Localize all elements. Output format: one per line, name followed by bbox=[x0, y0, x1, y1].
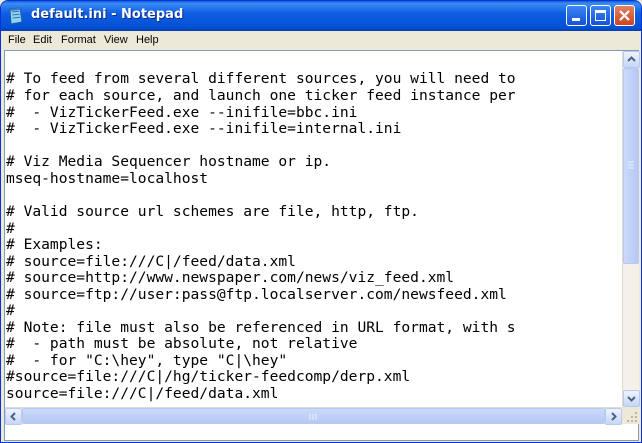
close-icon bbox=[619, 10, 630, 21]
text-line: # - path must be absolute, not relative bbox=[6, 335, 358, 352]
chevron-down-icon bbox=[627, 396, 636, 402]
text-line: # Valid source url schemes are file, htt… bbox=[6, 203, 419, 220]
text-line: #source=file:///C|/hg/ticker-feedcomp/de… bbox=[6, 368, 411, 385]
scroll-up-button[interactable] bbox=[623, 51, 640, 68]
menu-file[interactable]: File bbox=[8, 34, 26, 46]
text-line: # for each source, and launch one ticker… bbox=[6, 87, 516, 104]
chevron-right-icon bbox=[611, 412, 617, 421]
grip-icon bbox=[309, 414, 317, 420]
vertical-scroll-thumb[interactable] bbox=[623, 68, 639, 264]
text-line: source=file:///C|/feed/data.xml bbox=[6, 385, 279, 402]
text-line: # - VizTickerFeed.exe --inifile=bbc.ini bbox=[6, 104, 358, 121]
scroll-left-button[interactable] bbox=[5, 408, 22, 425]
text-line: # Examples: bbox=[6, 236, 103, 253]
text-line: # Note: file must also be referenced in … bbox=[6, 319, 516, 336]
grip-icon bbox=[628, 161, 634, 169]
scroll-down-button[interactable] bbox=[623, 390, 640, 407]
text-line: mseq-hostname=localhost bbox=[6, 170, 209, 187]
menu-view[interactable]: View bbox=[104, 34, 128, 46]
text-line: # Viz Media Sequencer hostname or ip. bbox=[6, 153, 332, 170]
chevron-up-icon bbox=[627, 56, 636, 62]
resize-grip-icon bbox=[627, 412, 637, 422]
maximize-button[interactable] bbox=[590, 5, 611, 26]
menu-format[interactable]: Format bbox=[61, 34, 96, 46]
menu-edit[interactable]: Edit bbox=[33, 34, 52, 46]
horizontal-scroll-thumb[interactable] bbox=[22, 408, 605, 424]
chevron-left-icon bbox=[10, 412, 16, 421]
minimize-icon bbox=[572, 18, 580, 21]
minimize-button[interactable] bbox=[566, 5, 587, 26]
text-area[interactable]: # To feed from several different sources… bbox=[5, 51, 621, 407]
window-title: default.ini - Notepad bbox=[31, 7, 184, 22]
horizontal-scrollbar[interactable] bbox=[5, 407, 622, 425]
notepad-window: default.ini - Notepad File Edit Format V… bbox=[0, 0, 642, 443]
scroll-right-button[interactable] bbox=[605, 408, 622, 425]
text-line: # bbox=[6, 220, 15, 237]
text-line: # source=file:///C|/feed/data.xml bbox=[6, 253, 296, 270]
text-line: # source=http://www.newspaper.com/news/v… bbox=[6, 269, 455, 286]
text-line: # - VizTickerFeed.exe --inifile=internal… bbox=[6, 120, 402, 137]
maximize-icon bbox=[595, 10, 606, 21]
text-line: # source=ftp://user:pass@ftp.localserver… bbox=[6, 286, 507, 303]
vertical-scrollbar[interactable] bbox=[622, 51, 640, 423]
title-bar[interactable]: default.ini - Notepad bbox=[1, 1, 641, 31]
text-line: # To feed from several different sources… bbox=[6, 70, 516, 87]
text-line: # - for "C:\hey", type "C|\hey" bbox=[6, 352, 288, 369]
editor-frame: # To feed from several different sources… bbox=[4, 50, 640, 441]
notepad-icon[interactable] bbox=[8, 7, 24, 25]
menu-help[interactable]: Help bbox=[136, 34, 159, 46]
menu-bar: File Edit Format View Help bbox=[4, 31, 638, 50]
close-button[interactable] bbox=[614, 5, 635, 26]
resize-grip[interactable] bbox=[622, 407, 639, 424]
text-line: # bbox=[6, 302, 15, 319]
